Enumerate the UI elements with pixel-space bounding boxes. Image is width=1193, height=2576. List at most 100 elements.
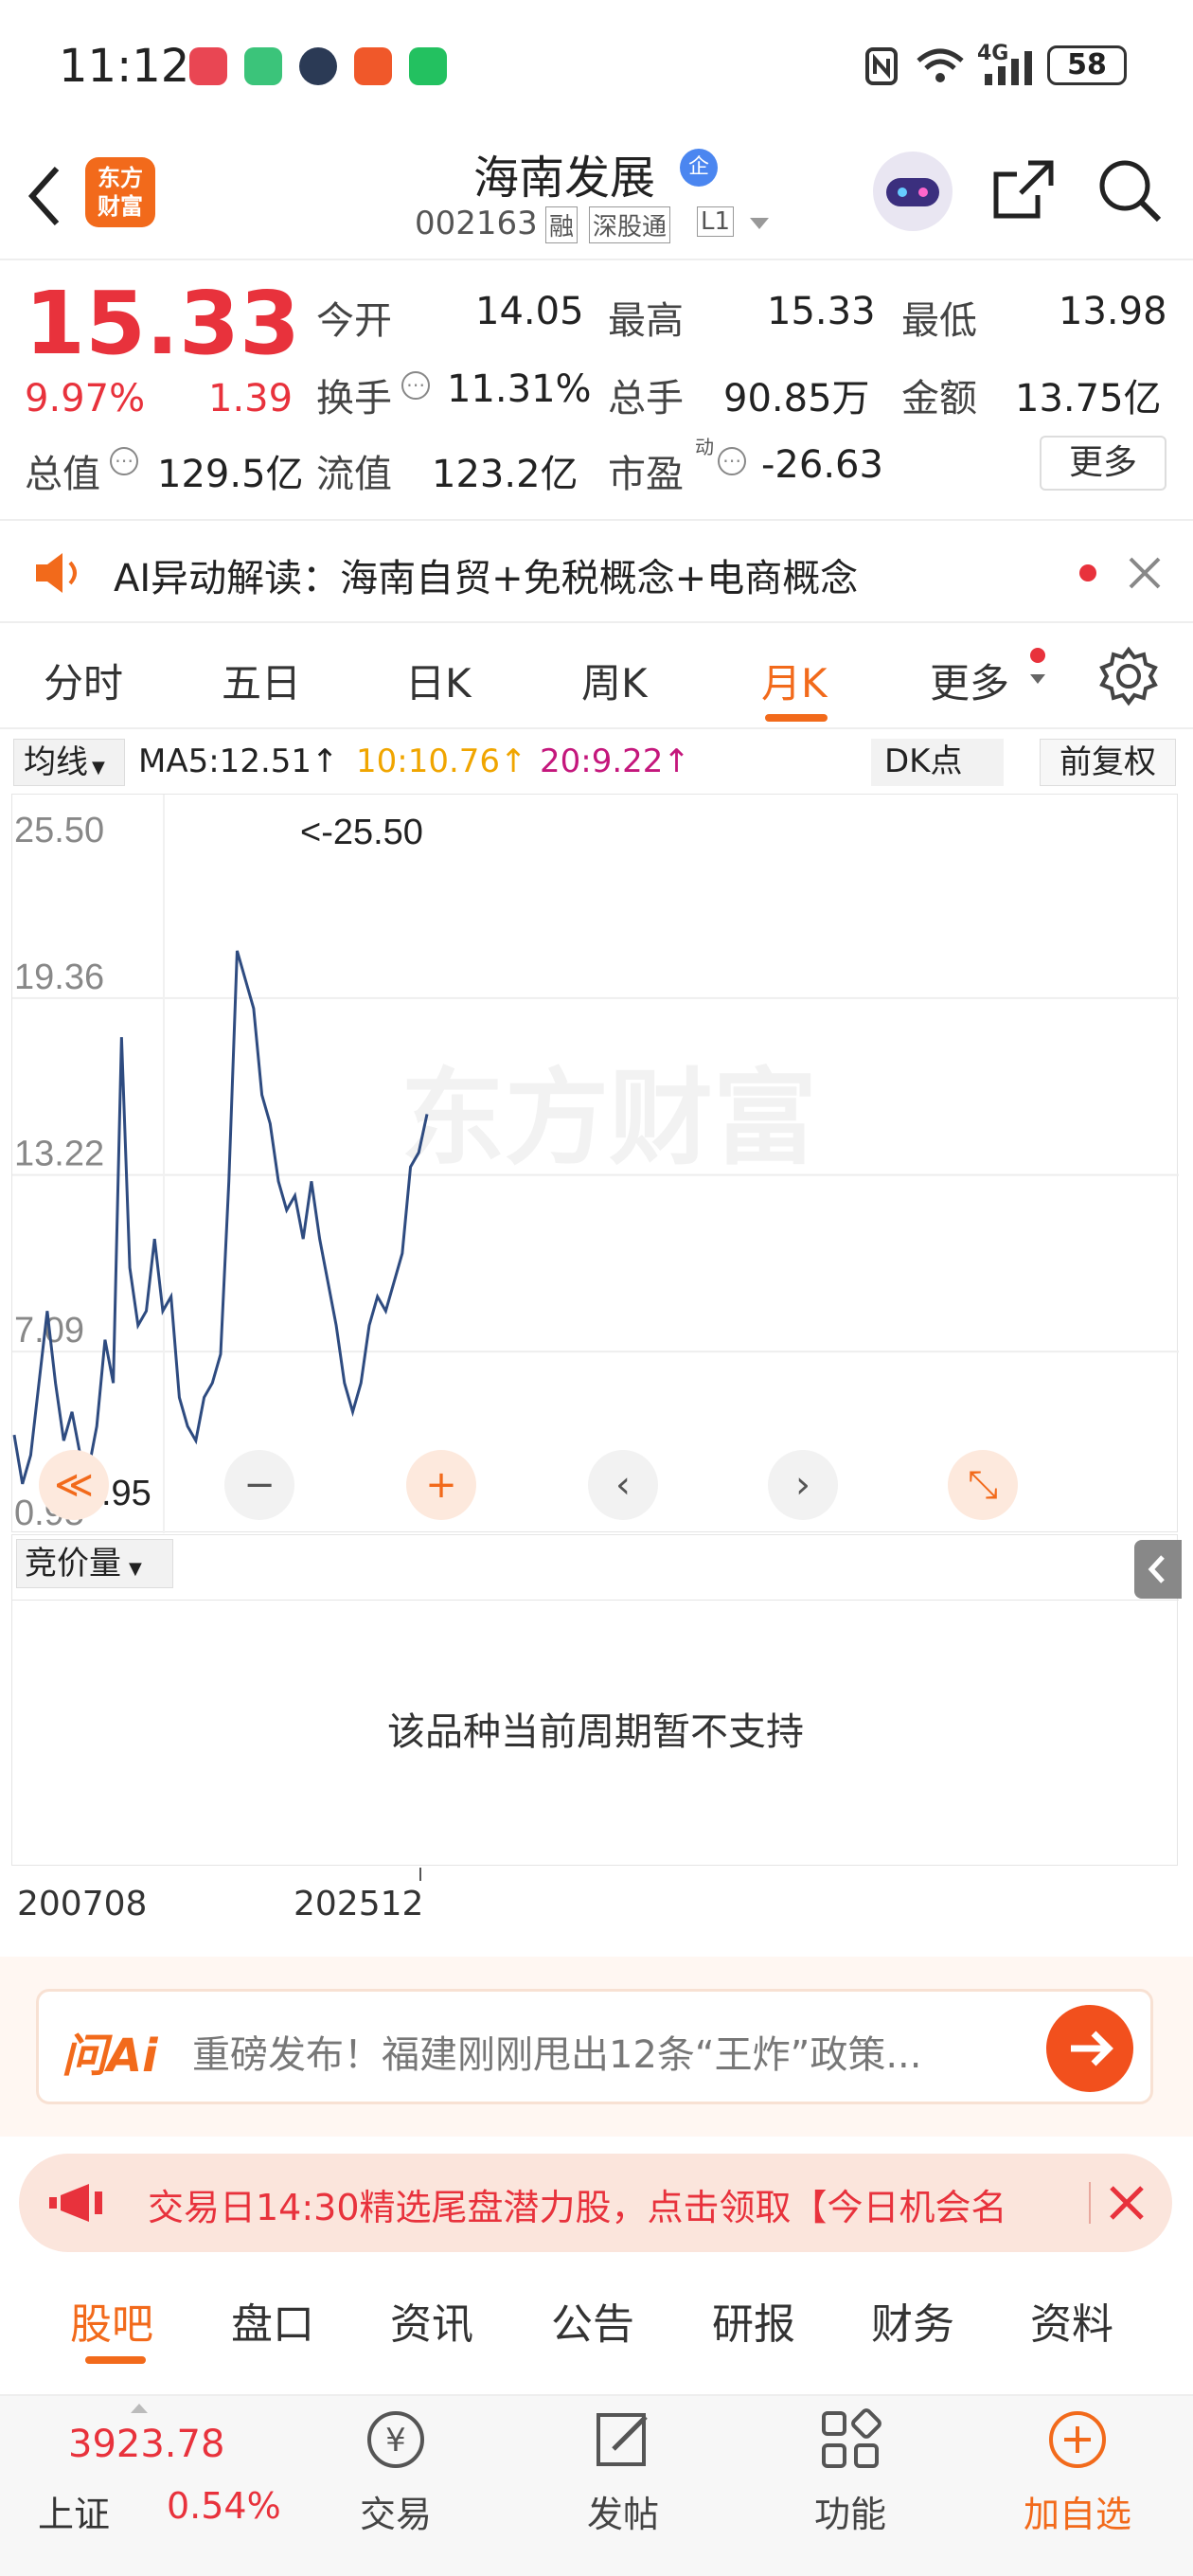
nfc-icon (865, 47, 898, 85)
nav-trade[interactable]: ¥ 交易 (331, 2402, 460, 2563)
sub-indicator-selector[interactable]: 竞价量 ▼ (16, 1539, 173, 1588)
period-tabs: 分时 五日 日K 周K 月K 更多 (0, 625, 1193, 729)
share-icon[interactable] (990, 157, 1057, 224)
chevron-down-icon[interactable] (1028, 672, 1047, 686)
info-icon[interactable]: ⋯ (110, 447, 138, 475)
arrow-right-icon (1071, 2030, 1113, 2066)
zoom-out-button[interactable]: − (224, 1450, 294, 1520)
svg-text:¥: ¥ (385, 2422, 406, 2460)
zoom-in-button[interactable]: + (406, 1450, 476, 1520)
speaker-icon (36, 553, 77, 593)
y-tick-label: 19.36 (14, 957, 104, 997)
adjust-selector[interactable]: 前复权 (1040, 739, 1176, 786)
gear-icon[interactable] (1098, 646, 1159, 707)
search-icon[interactable] (1096, 157, 1163, 224)
message-app-icon (354, 47, 392, 85)
eastmoney-logo[interactable]: 东方 财富 (85, 157, 155, 227)
volume-value: 90.85万 (723, 377, 870, 420)
back-icon[interactable] (25, 163, 62, 229)
stock-code: 002163 (415, 205, 538, 242)
trade-icon: ¥ (367, 2411, 424, 2468)
wechat-app-icon (409, 47, 447, 85)
tab-research[interactable]: 研报 (712, 2290, 795, 2351)
tab-announcements[interactable]: 公告 (551, 2290, 634, 2351)
max-marker: <-25.50 (300, 813, 423, 852)
side-panel-toggle[interactable] (1134, 1540, 1182, 1599)
grid-icon (822, 2408, 881, 2468)
nav-functions-label: 功能 (813, 2494, 886, 2535)
close-icon[interactable] (1127, 555, 1163, 591)
promo-banner[interactable]: 交易日14:30精选尾盘潜力股，点击领取【今日机会名 (19, 2154, 1172, 2252)
low-value: 13.98 (1059, 290, 1167, 333)
amount-value: 13.75亿 (1015, 377, 1162, 420)
tab-profile[interactable]: 资料 (1030, 2290, 1113, 2351)
scroll-right-button[interactable]: › (768, 1450, 838, 1520)
y-tick-label: 13.22 (14, 1135, 104, 1174)
close-icon[interactable] (1108, 2184, 1146, 2222)
info-icon[interactable]: ⋯ (718, 447, 746, 475)
chevron-down-icon[interactable] (748, 216, 771, 231)
status-time: 11:12 (59, 40, 190, 93)
mktcap-value: 129.5亿 (157, 453, 304, 496)
change-amount: 1.39 (208, 377, 294, 420)
scroll-left-button[interactable]: ‹ (588, 1450, 658, 1520)
ai-robot-icon[interactable] (873, 152, 953, 231)
ma-selector[interactable]: 均线 ▼ (13, 739, 125, 786)
watermark-text: 东方财富 (401, 1061, 817, 1177)
plus-circle-icon (1049, 2411, 1106, 2468)
volume-label: 总手 (608, 377, 684, 420)
tab-guba[interactable]: 股吧 (70, 2290, 153, 2351)
tab-five-day[interactable]: 五日 (222, 652, 301, 709)
chevron-down-icon: ▼ (129, 1559, 142, 1579)
tab-intraday[interactable]: 分时 (44, 652, 123, 709)
tab-more[interactable]: 更多 (930, 652, 1009, 709)
arrow-right-button[interactable] (1046, 2005, 1133, 2092)
fullscreen-button[interactable]: ⤡ (948, 1450, 1018, 1520)
megaphone-icon (49, 2184, 102, 2222)
active-tab-indicator (85, 2356, 146, 2364)
x-label-end: 202512 (294, 1885, 424, 1923)
tab-weekly-k[interactable]: 周K (581, 652, 648, 709)
stock-name: 海南发展 (473, 152, 656, 205)
dk-selector[interactable]: DK点 (871, 739, 1004, 786)
news-search-bar[interactable]: 问Ai 重磅发布！福建刚刚甩出12条“王炸”政策... (36, 1989, 1153, 2104)
info-icon[interactable]: ⋯ (401, 371, 430, 400)
divider (1089, 2182, 1091, 2224)
news-section: 问Ai 重磅发布！福建刚刚甩出12条“王炸”政策... (0, 1957, 1193, 2137)
tag-margin: 融 (545, 206, 579, 243)
index-pct: 0.54% (167, 2485, 281, 2527)
tag-connect: 深股通 (589, 206, 671, 243)
kline-chart[interactable]: 东方财富 25.5019.3613.227.090.95<-25.50<-0.9… (11, 794, 1179, 1533)
timer-app-icon (244, 47, 282, 85)
nav-post[interactable]: 发帖 (559, 2402, 687, 2563)
more-button[interactable]: 更多 (1040, 436, 1166, 491)
index-ticker[interactable]: 3923.78 上证 0.54% (0, 2394, 284, 2576)
high-value: 15.33 (767, 290, 876, 333)
tab-news[interactable]: 资讯 (390, 2290, 473, 2351)
change-pct: 9.97% (25, 377, 146, 420)
index-name: 上证 (38, 2494, 111, 2535)
tab-orderbook[interactable]: 盘口 (231, 2290, 314, 2351)
status-bar: 11:12 4G 58 (0, 0, 1193, 133)
price-chart-svg: 东方财富 25.5019.3613.227.090.95<-25.50<-0.9… (12, 795, 1179, 1533)
nav-functions[interactable]: 功能 (786, 2402, 915, 2563)
nav-add-watchlist[interactable]: 加自选 (1011, 2402, 1144, 2563)
pe-label: 市盈 (608, 453, 684, 496)
tab-finance[interactable]: 财务 (871, 2290, 954, 2351)
chevron-down-icon: ▼ (92, 758, 105, 778)
tab-monthly-k[interactable]: 月K (761, 652, 828, 709)
y-tick-label: 25.50 (14, 811, 104, 850)
sub-indicator-panel: 竞价量 ▼ 该品种当前周期暂不支持 (11, 1534, 1179, 1866)
ai-banner[interactable]: AI异动解读：海南自贸+免税概念+电商概念 (0, 519, 1193, 623)
low-label: 最低 (901, 299, 977, 343)
avatar-app-icon (299, 47, 337, 85)
ma10-value: 10:10.76↑ (356, 742, 527, 780)
ma5-value: MA5:12.51↑ (138, 742, 339, 780)
index-value: 3923.78 (68, 2423, 225, 2466)
notification-dot (1030, 648, 1045, 663)
scroll-left-fast-button[interactable]: ≪ (39, 1450, 109, 1520)
signal-icon (985, 51, 1032, 85)
float-value: 123.2亿 (432, 453, 579, 496)
tab-daily-k[interactable]: 日K (405, 652, 472, 709)
news-text: 重磅发布！福建刚刚甩出12条“王炸”政策... (192, 2033, 922, 2077)
